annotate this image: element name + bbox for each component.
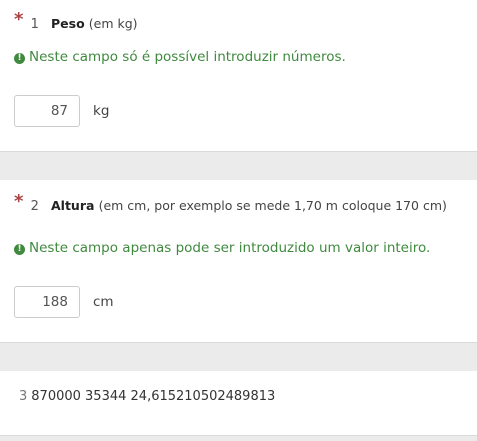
question-tip: ! Neste campo apenas pode ser introduzido… <box>14 240 430 256</box>
exclamation-circle-icon: ! <box>14 53 25 64</box>
question-height: * 2 Altura (em cm, por exemplo se mede 1… <box>0 180 477 343</box>
required-asterisk: * <box>14 9 24 30</box>
question-header: * 1 Peso (em kg) <box>14 9 138 33</box>
question-tip: ! Neste campo só é possível introduzir nú… <box>14 49 346 65</box>
weight-input[interactable] <box>14 95 80 127</box>
tip-text: Neste campo apenas pode ser introduzido … <box>29 240 431 256</box>
tip-text: Neste campo só é possível introduzir núm… <box>29 49 346 65</box>
exclamation-circle-icon: ! <box>14 244 25 255</box>
question-separator <box>0 436 477 441</box>
question-title: Peso <box>50 16 85 31</box>
question-separator <box>0 152 477 180</box>
question-separator <box>0 343 477 371</box>
question-help-text: (em kg) <box>88 16 138 31</box>
height-input[interactable] <box>14 286 80 318</box>
unit-label: kg <box>93 103 110 119</box>
question-title: Altura <box>50 198 95 213</box>
question-header: * 2 Altura (em cm, por exemplo se mede 1… <box>14 191 447 215</box>
unit-label: cm <box>93 294 114 310</box>
equation-output: 3 870000 35344 24,615210502489813 <box>19 389 275 404</box>
required-asterisk: * <box>14 191 24 212</box>
question-number: 1 <box>30 17 39 32</box>
question-weight: * 1 Peso (em kg) ! Neste campo só é possí… <box>0 0 477 152</box>
equation-value: 870000 35344 24,615210502489813 <box>31 389 276 404</box>
question-help-text: (em cm, por exemplo se mede 1,70 m coloq… <box>98 198 447 213</box>
question-number: 2 <box>30 199 39 214</box>
question-number: 3 <box>19 389 28 404</box>
